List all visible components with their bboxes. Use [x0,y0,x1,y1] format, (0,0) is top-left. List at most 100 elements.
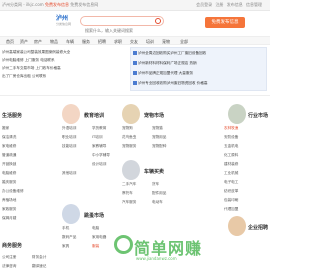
section-title-edu[interactable]: 教育培训 [84,112,104,119]
category-link[interactable]: 家电维修 [2,144,16,149]
category-link[interactable]: 其他培训 [62,171,76,176]
nav-item[interactable]: 培训 [146,39,154,45]
nav-item[interactable]: 求职 [114,39,122,45]
category-link[interactable]: 宠物服务 [122,144,136,149]
promo-item[interactable]: 泸州市品牌正规加盟代理 大量服务 [131,71,268,78]
site-logo[interactable]: 泸州 分类信息网 [56,15,72,31]
nav-item[interactable]: 资产 [20,39,28,45]
category-link[interactable]: 花鸟鱼虫 [122,135,136,140]
category-link[interactable]: 农林牧渔 [224,126,238,131]
category-link[interactable]: 技能培训 [62,144,76,149]
search-icon[interactable] [155,18,161,24]
category-link[interactable]: 翻译速记 [32,264,46,269]
category-link[interactable]: 宠物猫 [152,126,163,131]
category-link[interactable]: 货车 [152,182,159,187]
category-link[interactable]: 公司注册 [2,255,16,260]
category-link[interactable]: 搬家 [2,126,9,131]
nav-item[interactable]: 服务 [82,39,90,45]
category-link[interactable]: 中小学辅导 [92,153,110,158]
news-link[interactable]: 出了厂房仓库出租 公司联系 [2,74,46,79]
nav-item[interactable]: 全部 [180,39,188,45]
category-link[interactable]: 包装印刷 [224,198,238,203]
industry-avatar-icon [228,104,246,124]
education-avatar-icon [62,104,80,124]
manage-link[interactable]: 信息管理 [246,2,262,7]
promo-item[interactable]: 泸州专业回收收购泸州废旧物资回收 价格高 [131,81,268,88]
main-nav: 首页 资产 房产 物品 车辆 服务 招聘 求职 交友 培训 宠物 全部 [0,36,270,45]
category-link[interactable]: 养殖场地 [2,198,16,203]
register-link[interactable]: 注册 [215,2,223,7]
post-info-link[interactable]: 免费发布信息 [45,2,69,7]
category-link[interactable]: 保姆月嫂 [2,216,16,221]
category-link[interactable]: 外语培训 [62,126,76,131]
category-link[interactable]: 宠物配种 [152,144,166,149]
section-title-life[interactable]: 生活服务 [2,112,22,119]
category-link[interactable]: 电脑维修 [2,171,16,176]
post-info-site-link[interactable]: 免费发布信息网 [70,2,98,7]
news-link[interactable]: 泸州高端家装公司整装效果图案例装修大全 [2,50,70,55]
category-link[interactable]: 家教辅导 [92,144,106,149]
category-link[interactable]: 学历教育 [92,126,106,131]
category-link[interactable]: 职业培训 [62,135,76,140]
news-link[interactable]: 泸州二手车交易市场 上门收车价格高 [2,66,61,71]
category-link[interactable]: 宠物用品 [152,135,166,140]
category-link[interactable]: 财务会计 [32,255,46,260]
category-link[interactable]: 工业机械 [224,171,238,176]
category-link[interactable]: 二手汽车 [122,182,136,187]
header: 泸州 分类信息网 免费发布信息 [0,11,270,35]
category-link[interactable]: 开锁换锁 [2,162,16,167]
category-link[interactable]: 安防设备 [224,135,238,140]
publish-link[interactable]: 发布信息 [227,2,243,7]
category-link[interactable]: 数码产品 [62,235,76,240]
nav-item[interactable]: 物品 [50,39,58,45]
user-links: 会员登录 注册 发布信息 信息管理 [194,2,262,8]
category-link[interactable]: 婚庆服务 [2,180,16,185]
promo-item[interactable]: 泸州全周边回收购买泸州工厂废旧设备回收 [131,51,268,58]
promo-item[interactable]: 泸州新材料材料保利广场正规店 热销 [131,61,268,68]
category-link[interactable]: 手机 [62,226,69,231]
login-link[interactable]: 会员登录 [196,2,212,7]
category-link[interactable]: 设计培训 [92,162,106,167]
car-avatar-icon [122,160,140,180]
category-link[interactable]: 家具 [62,244,69,249]
category-link[interactable]: 家政服务 [2,207,16,212]
section-title-industry[interactable]: 行业市场 [248,112,268,119]
category-link[interactable]: 摩托车 [122,191,133,196]
category-link[interactable]: 家用电器 [92,235,106,240]
category-link[interactable]: 化工原料 [224,153,238,158]
nav-item[interactable]: 招聘 [98,39,106,45]
category-link[interactable]: 五金机电 [224,144,238,149]
category-link[interactable]: 代理加盟 [224,207,238,212]
category-link[interactable]: 电子电工 [224,180,238,185]
nav-item[interactable]: 首页 [6,39,14,45]
category-link[interactable]: 汽车服务 [122,200,136,205]
section-title-secondhand[interactable]: 跳蚤市场 [84,212,104,219]
search-box [80,16,164,35]
section-title-pet[interactable]: 宠物市场 [144,112,164,119]
news-link[interactable]: 泸州电脑维修 上门服务 电话联系 [2,58,55,63]
nav-item[interactable]: 宠物 [162,39,170,45]
category-link[interactable]: IT培训 [92,135,102,140]
category-link[interactable]: 管道疏通 [2,153,16,158]
post-free-button[interactable]: 免费发布信息 [205,17,245,28]
category-link[interactable]: 法律咨询 [2,264,16,269]
logo-city: 泸州 [56,15,69,22]
search-input[interactable] [81,26,157,35]
nav-item[interactable]: 车辆 [66,39,74,45]
category-link[interactable]: 宠物狗 [122,126,133,131]
category-link[interactable]: 配件用品 [152,191,166,196]
category-link[interactable]: 纺织皮革 [224,189,238,194]
section-title-job[interactable]: 企业招聘 [248,224,268,231]
category-link[interactable]: 建材装修 [224,162,238,167]
category-link[interactable]: 服装 [92,244,99,249]
logo-subtitle: 分类信息网 [56,22,72,26]
section-title-car[interactable]: 车辆买卖 [144,168,164,175]
category-link[interactable]: 电动车 [152,200,163,205]
nav-item[interactable]: 房产 [34,39,42,45]
divider [0,95,270,96]
nav-item[interactable]: 交友 [130,39,138,45]
section-title-biz[interactable]: 商务服务 [2,242,22,249]
category-link[interactable]: 办公设备维修 [2,189,24,194]
category-link[interactable]: 保洁清洗 [2,135,16,140]
category-link[interactable]: 电脑 [92,226,99,231]
